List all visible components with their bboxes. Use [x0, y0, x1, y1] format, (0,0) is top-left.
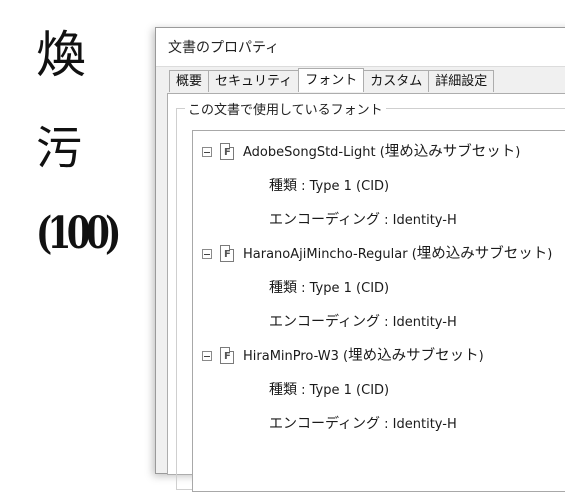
fonts-tab-panel: この文書で使用しているフォント AdobeSongStd-Light (埋め込み…	[167, 93, 565, 492]
embed-status: 埋め込みサブセット	[348, 348, 479, 364]
font-tree[interactable]: AdobeSongStd-Light (埋め込みサブセット) 種類 : Type…	[192, 130, 565, 492]
tab-fonts[interactable]: フォント	[298, 68, 365, 92]
encoding-value: : Identity-H	[380, 213, 457, 228]
embed-close: )	[515, 145, 521, 160]
embed-close: )	[547, 247, 553, 262]
font-1-encoding: エンコーディング : Identity-H	[269, 209, 457, 231]
collapse-icon[interactable]	[202, 249, 212, 259]
encoding-label: エンコーディング	[269, 212, 381, 228]
embed-open: (	[375, 145, 385, 160]
font-file-icon	[220, 346, 234, 368]
font-name: HaranoAjiMincho-Regular	[243, 247, 408, 262]
font-file-icon	[220, 244, 234, 266]
encoding-label: エンコーディング	[269, 314, 381, 330]
dialog-title: 文書のプロパティ	[168, 40, 280, 56]
dialog-titlebar[interactable]: 文書のプロパティ	[156, 28, 565, 67]
font-3-type: 種類 : Type 1 (CID)	[269, 379, 389, 401]
font-name: AdobeSongStd-Light	[243, 145, 376, 160]
tab-overview[interactable]: 概要	[169, 70, 210, 92]
collapse-icon[interactable]	[202, 351, 212, 361]
type-value: : Type 1 (CID)	[297, 383, 390, 398]
type-label: 種類	[269, 280, 297, 296]
font-2-type: 種類 : Type 1 (CID)	[269, 277, 389, 299]
font-2-encoding: エンコーディング : Identity-H	[269, 311, 457, 333]
embed-status: 埋め込みサブセット	[416, 246, 548, 262]
tab-custom[interactable]: カスタム	[363, 70, 430, 92]
font-name-line-1: AdobeSongStd-Light (埋め込みサブセット)	[243, 141, 520, 164]
encoding-label: エンコーディング	[269, 416, 381, 432]
background-glyph-2: 污	[36, 121, 82, 175]
document-properties-dialog: 文書のプロパティ 概要 セキュリティ フォント カスタム 詳細設定 この文書で使…	[155, 27, 565, 492]
fonts-group-label: この文書で使用しているフォント	[185, 99, 386, 118]
font-name: HiraMinPro-W3	[243, 349, 339, 364]
font-name-line-2: HaranoAjiMincho-Regular (埋め込みサブセット)	[243, 243, 552, 266]
font-1-type: 種類 : Type 1 (CID)	[269, 175, 389, 197]
background-glyph-1: 煥	[36, 26, 86, 84]
embed-open: (	[338, 349, 349, 364]
embed-open: (	[407, 247, 417, 262]
background-glyph-3: (100)	[36, 208, 121, 259]
type-label: 種類	[269, 382, 297, 398]
tab-security[interactable]: セキュリティ	[208, 70, 300, 92]
type-value: : Type 1 (CID)	[297, 281, 390, 296]
type-label: 種類	[269, 178, 297, 194]
embed-close: )	[478, 349, 484, 364]
encoding-value: : Identity-H	[380, 315, 457, 330]
embed-status: 埋め込みサブセット	[384, 144, 516, 160]
collapse-icon[interactable]	[202, 147, 212, 157]
type-value: : Type 1 (CID)	[297, 179, 390, 194]
tab-advanced[interactable]: 詳細設定	[428, 70, 495, 92]
font-name-line-3: HiraMinPro-W3 (埋め込みサブセット)	[243, 345, 484, 368]
font-file-icon	[220, 142, 234, 164]
font-3-encoding: エンコーディング : Identity-H	[269, 413, 457, 435]
tab-strip: 概要 セキュリティ フォント カスタム 詳細設定	[169, 68, 495, 93]
encoding-value: : Identity-H	[380, 417, 457, 432]
